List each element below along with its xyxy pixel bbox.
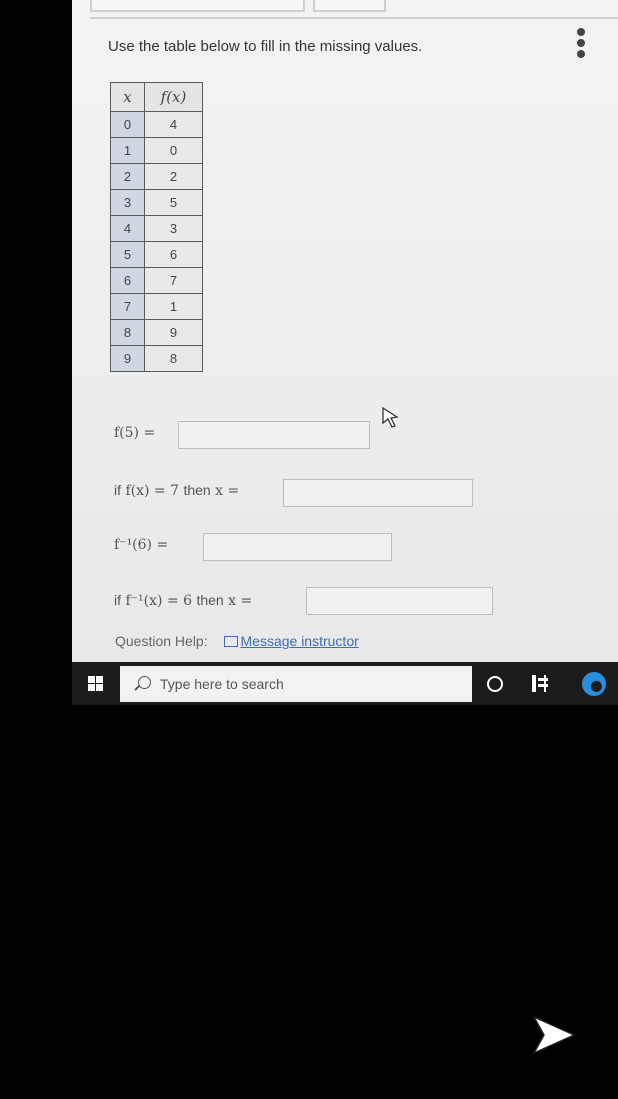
- fx-cell: 9: [144, 319, 203, 346]
- top-button[interactable]: [313, 0, 386, 12]
- x-cell: 0: [110, 111, 145, 138]
- task-view-icon[interactable]: [532, 675, 548, 692]
- x-column-header: x: [110, 82, 145, 112]
- mouse-cursor-icon: [382, 406, 399, 428]
- fx-cell: 2: [144, 163, 203, 190]
- message-instructor-link[interactable]: Message instructor: [241, 633, 359, 649]
- fx-cell: 6: [144, 241, 203, 268]
- answer-input-2[interactable]: [283, 479, 473, 507]
- table-row: 04: [110, 111, 203, 138]
- question-1-label: f(5) =: [114, 425, 155, 441]
- question-3-text: f⁻¹(6) =: [114, 537, 169, 553]
- x-cell: 3: [110, 189, 145, 216]
- table-row: 67: [110, 267, 203, 294]
- x-cell: 5: [110, 241, 145, 268]
- question-2-expression: f(x) = 7: [125, 483, 179, 499]
- top-field[interactable]: [90, 0, 305, 12]
- cortana-icon[interactable]: [487, 676, 503, 692]
- question-4-prefix: if: [114, 592, 121, 608]
- taskbar-search-box[interactable]: Type here to search: [120, 666, 472, 702]
- question-4-expression: f⁻¹(x) = 6: [125, 593, 192, 609]
- next-arrow-icon[interactable]: [530, 1014, 576, 1056]
- table-header-row: x f(x): [110, 82, 203, 112]
- windows-taskbar: Type here to search: [72, 662, 618, 705]
- fx-cell: 0: [144, 137, 203, 164]
- answer-input-4[interactable]: [306, 587, 493, 615]
- fx-cell: 7: [144, 267, 203, 294]
- question-2-rest: x =: [215, 483, 240, 499]
- x-cell: 9: [110, 345, 145, 372]
- fx-cell: 8: [144, 345, 203, 372]
- fx-cell: 1: [144, 293, 203, 320]
- mail-icon: [223, 636, 238, 647]
- x-cell: 7: [110, 293, 145, 320]
- table-row: 43: [110, 215, 203, 242]
- table-row: 10: [110, 137, 203, 164]
- instruction-text: Use the table below to fill in the missi…: [108, 38, 423, 55]
- x-cell: 6: [110, 267, 145, 294]
- divider: [90, 17, 618, 19]
- fx-cell: 4: [144, 111, 203, 138]
- answer-input-3[interactable]: [203, 533, 392, 561]
- table-row: 89: [110, 319, 203, 346]
- edge-icon[interactable]: [582, 672, 606, 696]
- x-cell: 2: [110, 163, 145, 190]
- table-row: 35: [110, 189, 203, 216]
- question-1-text: f(5) =: [114, 425, 156, 441]
- question-help-label: Question Help:: [115, 633, 208, 649]
- question-4-label: if f⁻¹(x) = 6 then x =: [114, 592, 252, 609]
- question-3-label: f⁻¹(6) =: [114, 537, 168, 553]
- more-vertical-icon[interactable]: [572, 28, 590, 64]
- taskbar-search-placeholder: Type here to search: [160, 676, 284, 692]
- table-row: 98: [110, 345, 203, 372]
- function-table: x f(x) 04102235435667718998: [110, 82, 203, 372]
- windows-start-icon[interactable]: [88, 676, 104, 692]
- answer-input-1[interactable]: [178, 421, 370, 449]
- x-cell: 8: [110, 319, 145, 346]
- search-icon: [138, 676, 151, 689]
- table-row: 22: [110, 163, 203, 190]
- question-4-rest: x =: [228, 593, 253, 609]
- fx-cell: 5: [144, 189, 203, 216]
- question-2-label: if f(x) = 7 then x =: [114, 482, 239, 499]
- question-2-then: then: [183, 482, 211, 498]
- question-4-then: then: [196, 592, 224, 608]
- question-help-row: Question Help: Message instructor: [115, 633, 359, 649]
- fx-cell: 3: [144, 215, 203, 242]
- x-cell: 4: [110, 215, 145, 242]
- question-2-prefix: if: [114, 482, 121, 498]
- table-row: 71: [110, 293, 203, 320]
- x-cell: 1: [110, 137, 145, 164]
- fx-column-header: f(x): [144, 82, 203, 112]
- table-row: 56: [110, 241, 203, 268]
